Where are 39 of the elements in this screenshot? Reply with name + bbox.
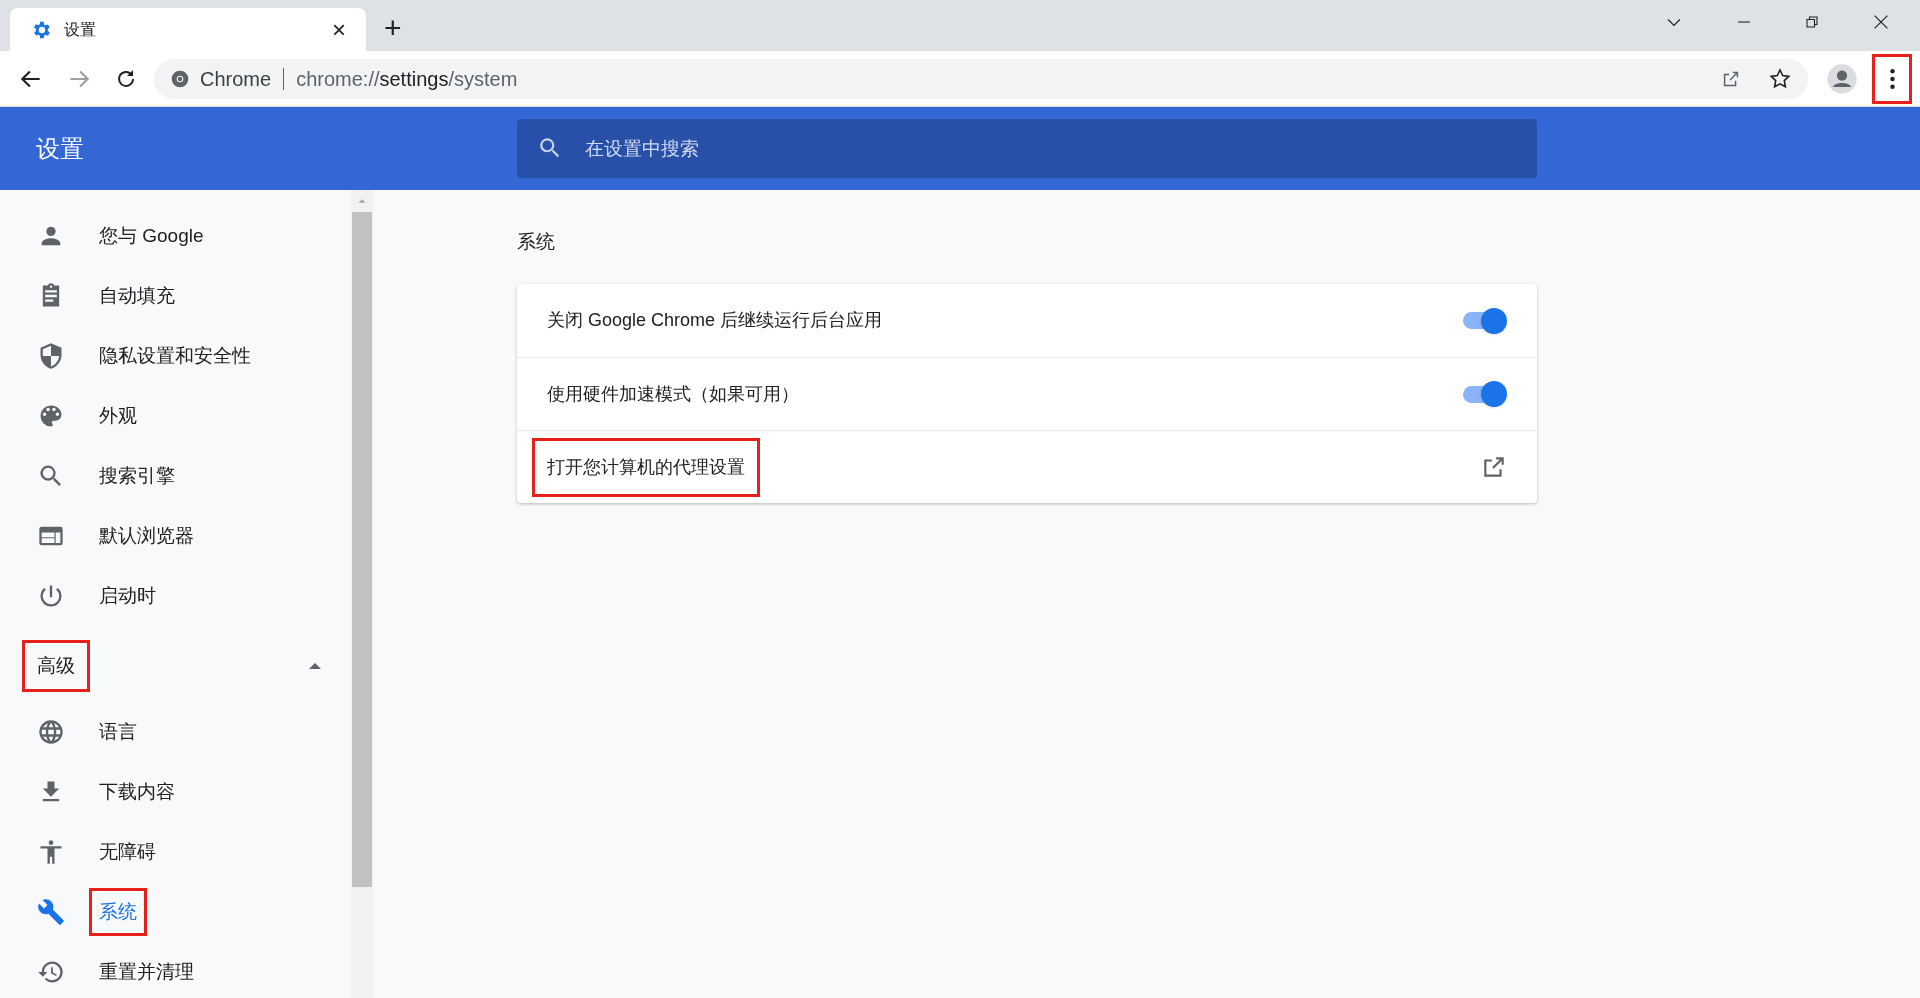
star-icon[interactable] xyxy=(1768,66,1792,91)
sidebar-item[interactable]: 语言 xyxy=(0,702,351,762)
address-bar[interactable]: Chrome chrome://settings/system xyxy=(154,58,1808,99)
menu-button[interactable] xyxy=(1872,53,1912,104)
sidebar-item[interactable]: 隐私设置和安全性 xyxy=(0,326,351,386)
setting-label: 使用硬件加速模式（如果可用） xyxy=(547,382,799,406)
sidebar-item[interactable]: 默认浏览器 xyxy=(0,506,351,566)
sidebar-item[interactable]: 搜索引擎 xyxy=(0,446,351,506)
scrollbar[interactable] xyxy=(351,190,373,998)
sidebar-item[interactable]: 下载内容 xyxy=(0,762,351,822)
toggle-switch[interactable] xyxy=(1463,307,1507,334)
sidebar-item[interactable]: 系统 xyxy=(0,882,351,942)
sidebar-item[interactable]: 外观 xyxy=(0,386,351,446)
more-vertical-icon xyxy=(1889,68,1895,89)
toggle-switch[interactable] xyxy=(1463,381,1507,407)
sidebar-item[interactable]: 启动时 xyxy=(0,566,351,626)
sidebar-item[interactable]: 重置并清理 xyxy=(0,942,351,998)
external-link-icon[interactable] xyxy=(1481,454,1507,480)
globe-icon xyxy=(37,718,65,746)
caret-up-icon xyxy=(309,663,321,669)
advanced-section-toggle[interactable]: 高级 xyxy=(0,630,351,702)
tab-title: 设置 xyxy=(64,19,97,40)
chrome-logo-icon xyxy=(170,68,190,89)
close-tab-button[interactable]: × xyxy=(332,17,346,42)
setting-label: 关闭 Google Chrome 后继续运行后台应用 xyxy=(547,309,883,332)
sidebar-item[interactable]: 您与 Google xyxy=(0,206,351,266)
wrench-icon xyxy=(37,898,65,926)
scrollbar-thumb[interactable] xyxy=(352,212,372,887)
sidebar-item[interactable]: 无障碍 xyxy=(0,822,351,882)
section-title: 系统 xyxy=(517,230,556,252)
setting-label: 打开您计算机的代理设置 xyxy=(535,440,757,494)
new-tab-button[interactable]: + xyxy=(384,13,402,43)
search-field[interactable]: 在设置中搜索 xyxy=(517,119,1537,178)
sidebar-item[interactable]: 自动填充 xyxy=(0,266,351,326)
browser-tab[interactable]: 设置 × xyxy=(10,8,366,51)
profile-avatar-icon[interactable] xyxy=(1826,62,1858,95)
url-text: chrome://settings/system xyxy=(296,66,518,92)
site-label: Chrome xyxy=(200,66,272,92)
page-title: 设置 xyxy=(36,133,85,164)
